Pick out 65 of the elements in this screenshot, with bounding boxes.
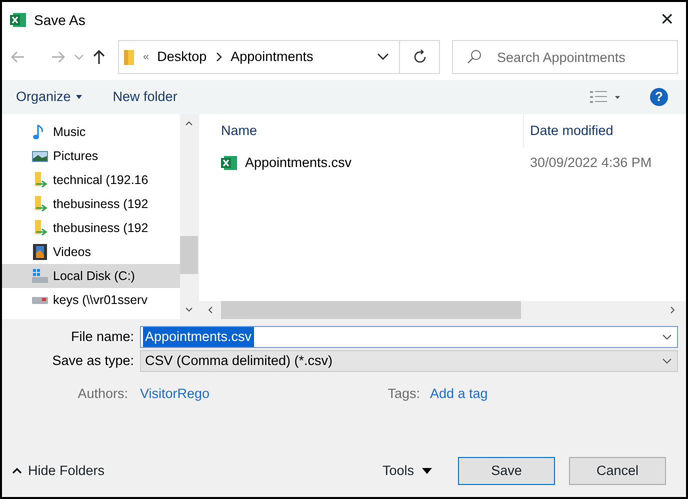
column-header[interactable]: Date modified xyxy=(524,114,614,148)
search-icon xyxy=(466,49,482,65)
horizontal-scrollbar[interactable] xyxy=(199,301,686,319)
forward-arrow-icon[interactable] xyxy=(50,49,66,65)
save-button[interactable]: Save xyxy=(458,457,555,485)
dropdown-icon xyxy=(662,334,672,340)
sidebar-item[interactable]: Pictures xyxy=(2,144,180,168)
sidebar-item[interactable]: keys (\\vr01sserv xyxy=(2,288,180,312)
folder-icon xyxy=(123,48,135,66)
window-title: Save As xyxy=(34,10,86,30)
scroll-up-icon xyxy=(185,120,193,126)
up-arrow-icon[interactable] xyxy=(92,49,106,65)
caret-icon xyxy=(422,468,432,474)
refresh-icon[interactable] xyxy=(412,49,428,65)
overflow-chevron[interactable]: « xyxy=(143,48,150,66)
scroll-thumb[interactable] xyxy=(221,301,521,319)
scroll-right-icon xyxy=(670,306,676,314)
hide-folders-button[interactable]: Hide Folders xyxy=(12,460,105,482)
close-button[interactable]: ✕ xyxy=(660,7,674,33)
sidebar-item[interactable]: thebusiness (192 xyxy=(2,216,180,240)
sidebar-item[interactable]: Videos xyxy=(2,240,180,264)
field-label: File name: xyxy=(70,328,135,346)
back-arrow-icon[interactable] xyxy=(10,49,26,65)
date-modified: 30/09/2022 4:36 PM xyxy=(529,154,652,172)
address-bar[interactable]: « Desktop Appointments xyxy=(118,40,440,74)
folder-share-icon xyxy=(32,196,48,212)
spreadsheet-app-icon xyxy=(10,12,26,28)
field-label: Authors: xyxy=(76,385,129,403)
drive-icon xyxy=(32,268,48,284)
chevron-down-icon[interactable] xyxy=(74,52,84,62)
sidebar-item[interactable]: thebusiness (192 xyxy=(2,192,180,216)
sidebar-item[interactable]: Local Disk (C:) xyxy=(2,264,180,288)
breadcrumb-item[interactable]: Desktop xyxy=(157,46,207,68)
column-header[interactable]: Name xyxy=(199,114,524,148)
field-label: Save as type: xyxy=(51,352,135,370)
cancel-button[interactable]: Cancel xyxy=(569,457,666,485)
vertical-scrollbar[interactable] xyxy=(180,114,198,319)
scroll-left-icon xyxy=(207,306,213,314)
author-link[interactable]: VisitorRego xyxy=(140,384,380,404)
file-type-dropdown[interactable]: CSV (Comma delimited) (*.csv) xyxy=(140,350,678,372)
search-field[interactable]: Search Appointments xyxy=(452,40,678,74)
scroll-down-icon xyxy=(185,307,193,313)
dropdown-icon[interactable] xyxy=(377,53,389,61)
tools-button[interactable]: Tools xyxy=(382,460,432,482)
chevron-right-icon xyxy=(214,52,223,62)
scroll-thumb[interactable] xyxy=(180,236,198,274)
new-folder-button[interactable]: New folder xyxy=(112,86,178,108)
spreadsheet-file-icon xyxy=(221,155,237,171)
sidebar-item[interactable]: Music xyxy=(2,120,180,144)
view-options-icon[interactable] xyxy=(590,90,620,104)
file-name[interactable]: Appointments.csv xyxy=(245,152,352,174)
help-button[interactable]: ? xyxy=(650,88,668,106)
film-strip-icon xyxy=(32,244,48,260)
caret-icon xyxy=(74,94,83,100)
folder-share-icon xyxy=(32,172,48,188)
file-name-field[interactable]: Appointments.csv xyxy=(140,326,678,348)
landscape-picture-icon xyxy=(32,148,48,164)
field-label: Tags: xyxy=(386,385,421,403)
chevron-up-icon xyxy=(12,467,22,475)
breadcrumb-item[interactable]: Appointments xyxy=(230,46,314,68)
dropdown-icon xyxy=(662,358,672,364)
add-tag-link[interactable]: Add a tag xyxy=(430,384,488,404)
organize-button[interactable]: Organize xyxy=(16,86,83,108)
sidebar-item[interactable]: technical (192.16 xyxy=(2,168,180,192)
folder-share-icon xyxy=(32,220,48,236)
